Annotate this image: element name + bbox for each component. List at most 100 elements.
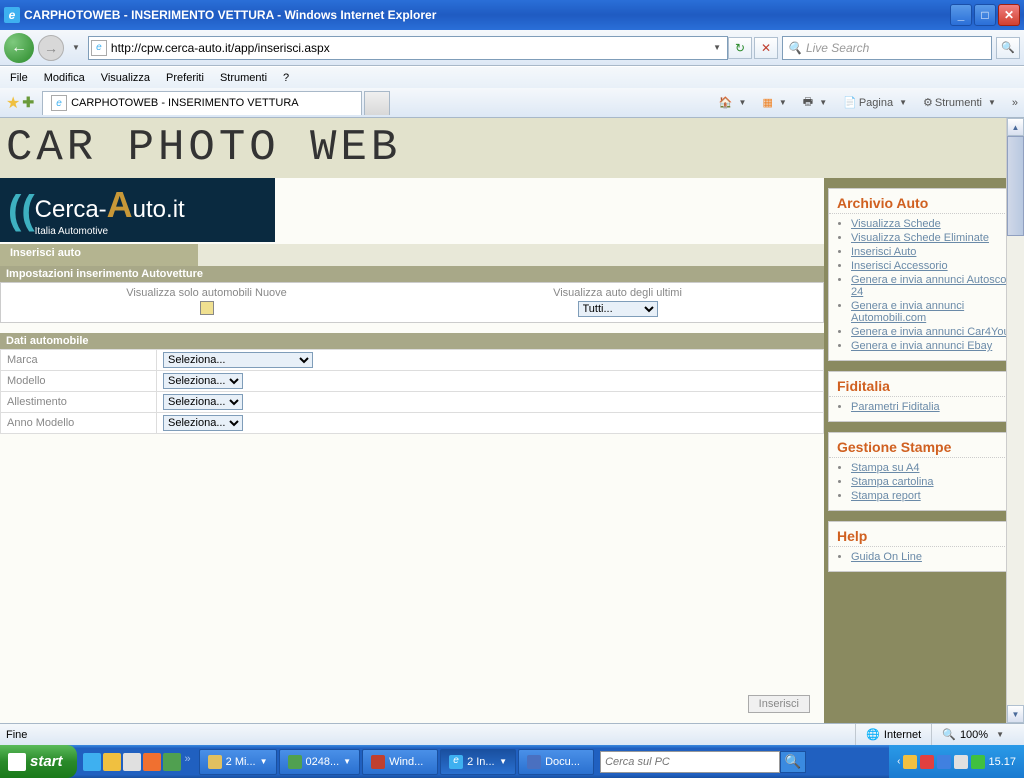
toolbar-expand-chevron[interactable]: » [1012, 97, 1018, 109]
scroll-down-button[interactable]: ▼ [1007, 705, 1024, 723]
tray-icon-5[interactable] [971, 755, 985, 769]
address-dropdown[interactable]: ▼ [709, 43, 725, 52]
close-button[interactable]: ✕ [998, 4, 1020, 26]
stampe-title: Gestione Stampe [829, 433, 1019, 458]
forward-button[interactable]: → [38, 35, 64, 61]
menu-help[interactable]: ? [283, 72, 289, 84]
menu-modifica[interactable]: Modifica [44, 72, 85, 84]
inserisci-button[interactable]: Inserisci [748, 695, 810, 713]
feeds-button[interactable]: ▦▼ [762, 96, 790, 109]
add-favorite-icon[interactable]: ✚ [22, 94, 34, 111]
vis-ultimi-select[interactable]: Tutti... [578, 301, 658, 317]
refresh-button[interactable]: ↻ [728, 37, 752, 59]
marca-label: Marca [1, 350, 157, 371]
sidebar-fiditalia: Fiditalia Parametri Fiditalia [828, 371, 1020, 422]
link-parametri-fiditalia[interactable]: Parametri Fiditalia [851, 401, 940, 413]
link-annunci-automobili[interactable]: Genera e invia annunci Automobili.com [851, 300, 964, 324]
tray-icon-1[interactable] [903, 755, 917, 769]
link-annunci-car4you[interactable]: Genera e invia annunci Car4You [851, 326, 1010, 338]
allestimento-select[interactable]: Seleziona... [163, 394, 243, 410]
tab-page-icon: e [51, 95, 67, 111]
archivio-title: Archivio Auto [829, 189, 1019, 214]
back-button[interactable]: ← [4, 33, 34, 63]
menu-preferiti[interactable]: Preferiti [166, 72, 204, 84]
minimize-button[interactable]: _ [950, 4, 972, 26]
vis-nuove-checkbox[interactable] [200, 301, 214, 315]
favorites-icon[interactable]: ★ [6, 93, 20, 113]
menu-file[interactable]: File [10, 72, 28, 84]
link-vis-schede-elim[interactable]: Visualizza Schede Eliminate [851, 232, 989, 244]
taskbar: start » 2 Mi...▼ 0248...▼ Wind... e2 In.… [0, 745, 1024, 778]
tray-icon-3[interactable] [937, 755, 951, 769]
tab-title: CARPHOTOWEB - INSERIMENTO VETTURA [71, 97, 299, 109]
menu-visualizza[interactable]: Visualizza [101, 72, 150, 84]
status-zoom[interactable]: 🔍 100% ▼ [931, 724, 1018, 745]
taskbar-item-3[interactable]: Wind... [362, 749, 438, 775]
new-tab-button[interactable] [364, 91, 390, 115]
scroll-up-button[interactable]: ▲ [1007, 118, 1024, 136]
scroll-thumb[interactable] [1007, 136, 1024, 236]
window-title: CARPHOTOWEB - INSERIMENTO VETTURA - Wind… [24, 8, 950, 22]
tab-toolbar: ★ ✚ e CARPHOTOWEB - INSERIMENTO VETTURA … [0, 88, 1024, 118]
tray-clock[interactable]: 15.17 [988, 756, 1016, 768]
link-vis-schede[interactable]: Visualizza Schede [851, 218, 941, 230]
link-inserisci-auto[interactable]: Inserisci Auto [851, 246, 916, 258]
vis-ultimi-label: Visualizza auto degli ultimi [416, 287, 819, 299]
anno-modello-select[interactable]: Seleziona... [163, 415, 243, 431]
tray-icon-4[interactable] [954, 755, 968, 769]
link-stampa-a4[interactable]: Stampa su A4 [851, 462, 920, 474]
page-content: CAR PHOTO WEB (( Cerca-Auto.it Italia Au… [0, 118, 1024, 723]
settings-row: Visualizza solo automobili Nuove Visuali… [0, 282, 824, 323]
vis-nuove-label: Visualizza solo automobili Nuove [5, 287, 408, 299]
tab-inserisci-auto[interactable]: Inserisci auto [0, 244, 198, 266]
ie-icon: e [4, 7, 20, 23]
modello-label: Modello [1, 371, 157, 392]
taskbar-search-input[interactable] [600, 751, 780, 773]
help-title: Help [829, 522, 1019, 547]
status-text: Fine [6, 729, 27, 741]
taskbar-item-1[interactable]: 2 Mi...▼ [199, 749, 277, 775]
taskbar-item-5[interactable]: Docu... [518, 749, 594, 775]
address-bar[interactable]: e http://cpw.cerca-auto.it/app/inserisci… [88, 36, 728, 60]
search-go-button[interactable]: 🔍 [996, 37, 1020, 59]
search-input[interactable]: 🔍Live Search [782, 36, 992, 60]
link-inserisci-accessorio[interactable]: Inserisci Accessorio [851, 260, 948, 272]
home-button[interactable]: 🏠▼ [719, 96, 751, 109]
taskbar-search-button[interactable]: 🔍 [780, 751, 806, 773]
sidebar-help: Help Guida On Line [828, 521, 1020, 572]
allestimento-label: Allestimento [1, 392, 157, 413]
page-tabs: Inserisci auto [0, 244, 824, 266]
tray-icon-2[interactable] [920, 755, 934, 769]
link-stampa-cartolina[interactable]: Stampa cartolina [851, 476, 934, 488]
stop-button[interactable]: ✕ [754, 37, 778, 59]
status-bar: Fine 🌐 Internet 🔍 100% ▼ [0, 723, 1024, 745]
browser-tab[interactable]: e CARPHOTOWEB - INSERIMENTO VETTURA [42, 91, 362, 115]
vertical-scrollbar[interactable]: ▲ ▼ [1006, 118, 1024, 723]
car-data-form: Marca Seleziona... Modello Seleziona... … [0, 349, 824, 434]
link-stampa-report[interactable]: Stampa report [851, 490, 921, 502]
fiditalia-title: Fiditalia [829, 372, 1019, 397]
link-guida-online[interactable]: Guida On Line [851, 551, 922, 563]
sidebar: Archivio Auto Visualizza Schede Visualiz… [824, 178, 1024, 723]
maximize-button[interactable]: □ [974, 4, 996, 26]
tray-expand-icon[interactable]: ‹ [897, 756, 900, 767]
link-annunci-ebay[interactable]: Genera e invia annunci Ebay [851, 340, 992, 352]
anno-modello-label: Anno Modello [1, 413, 157, 434]
dati-header: Dati automobile [0, 333, 824, 349]
marca-select[interactable]: Seleziona... [163, 352, 313, 368]
modello-select[interactable]: Seleziona... [163, 373, 243, 389]
search-placeholder: Live Search [806, 41, 869, 55]
menu-bar: File Modifica Visualizza Preferiti Strum… [0, 66, 1024, 88]
tools-menu[interactable]: ⚙ Strumenti▼ [923, 96, 1000, 109]
taskbar-item-2[interactable]: 0248...▼ [279, 749, 361, 775]
page-menu[interactable]: 📄 Pagina▼ [843, 96, 911, 109]
start-button[interactable]: start [0, 745, 77, 778]
nav-history-dropdown[interactable]: ▼ [68, 43, 84, 52]
taskbar-item-4[interactable]: e2 In...▼ [440, 749, 516, 775]
sidebar-stampe: Gestione Stampe Stampa su A4 Stampa cart… [828, 432, 1020, 511]
menu-strumenti[interactable]: Strumenti [220, 72, 267, 84]
print-button[interactable]: 🖶▼ [803, 93, 831, 112]
link-annunci-autoscout[interactable]: Genera e invia annunci Autoscout 24 [851, 274, 1016, 298]
site-banner: CAR PHOTO WEB [0, 118, 1024, 178]
window-titlebar: e CARPHOTOWEB - INSERIMENTO VETTURA - Wi… [0, 0, 1024, 30]
